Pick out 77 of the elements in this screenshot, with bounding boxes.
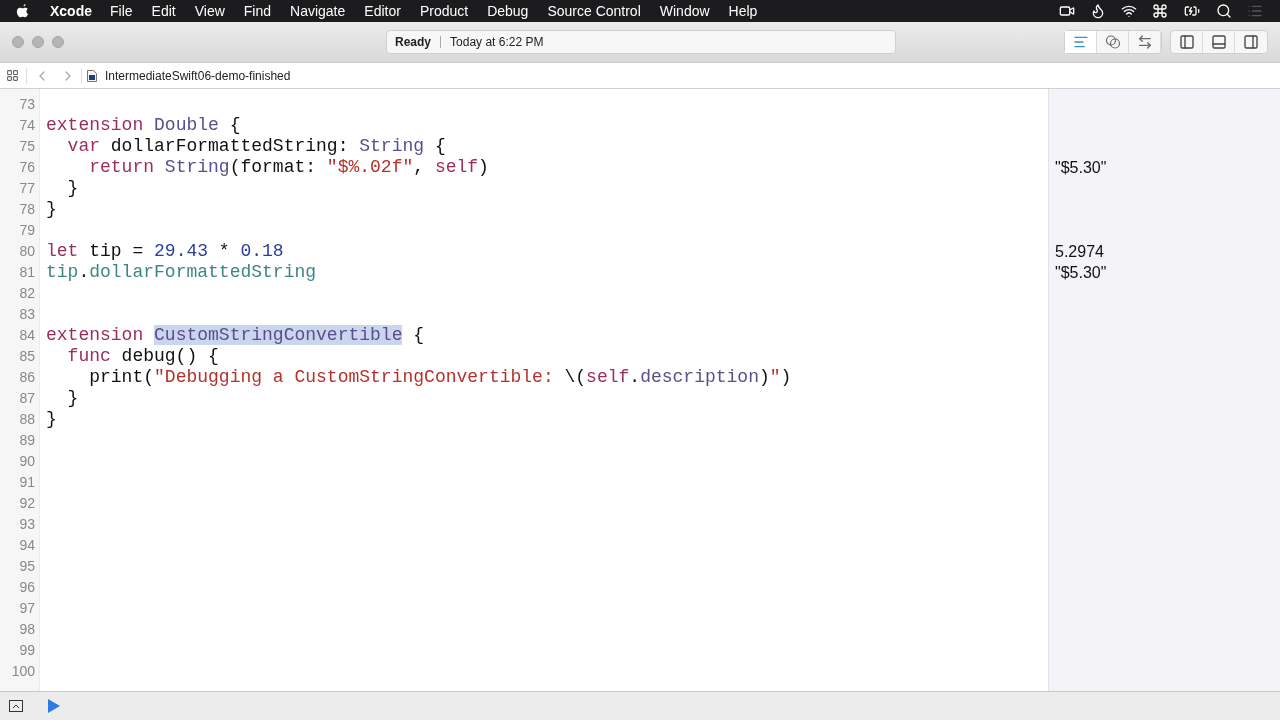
code-line: } [66,388,79,408]
line-number: 96 [19,579,35,595]
line-number: 79 [19,222,35,238]
line-number: 80 [19,243,35,259]
line-number: 88 [19,411,35,427]
apple-logo-icon[interactable] [16,3,30,19]
line-number: 89 [19,432,35,448]
line-number: 82 [19,285,35,301]
menu-item[interactable]: Find [243,0,272,22]
line-number: 77 [19,180,35,196]
line-number: 94 [19,537,35,553]
line-number: 93 [19,516,35,532]
editor-mode-button[interactable] [1065,31,1097,53]
line-number: 85 [19,348,35,364]
menu-item[interactable]: Editor [364,0,401,22]
code-line: } [46,409,57,429]
list-icon[interactable] [1246,3,1264,19]
line-number: 97 [19,600,35,616]
menu-item[interactable]: View [194,0,225,22]
line-number: 84 [19,327,35,343]
line-number: 87 [19,390,35,406]
result-value[interactable]: "$5.30" [1055,159,1107,176]
line-number: 99 [19,642,35,658]
menu-item[interactable]: Help [728,0,758,22]
line-number: 92 [19,495,35,511]
grid-icon[interactable] [6,69,19,82]
code-line: } [66,178,79,198]
result-value[interactable]: 5.2974 [1055,243,1104,260]
line-number: 86 [19,369,35,385]
left-panel-icon [1178,34,1195,50]
menu-item[interactable]: Window [659,0,710,22]
line-number: 75 [19,138,35,154]
wifi-icon[interactable] [1120,3,1138,19]
line-number: 90 [19,453,35,469]
status-text: Ready [395,34,432,51]
app-menu[interactable]: Xcode [50,0,92,22]
code-line: let tip = 29.43 * 0.18 [46,241,284,261]
line-number: 98 [19,621,35,637]
panel-toggle-icon[interactable] [9,700,23,712]
code-line: } [46,199,57,219]
menu-item[interactable]: Product [419,0,469,22]
line-number: 74 [19,117,35,133]
line-number: 95 [19,558,35,574]
result-value[interactable]: "$5.30" [1055,264,1107,281]
code-line: tip.dollarFormattedString [46,262,317,282]
line-number: 91 [19,474,35,490]
line-number: 83 [19,306,35,322]
arrows-icon [1136,34,1153,50]
menu-item[interactable]: Edit [151,0,176,22]
overlapping-circles-icon [1104,34,1121,50]
menu-item[interactable]: Debug [487,0,529,22]
menu-item[interactable]: Navigate [290,0,346,22]
play-icon[interactable] [48,699,60,713]
line-number: 100 [11,663,35,679]
menu-item[interactable]: Source Control [547,0,641,22]
line-number: 73 [19,96,35,112]
lines-icon [1072,34,1089,50]
file-icon [87,69,97,82]
bottom-panel-icon [1210,34,1227,50]
code-line: func debug() { [66,346,219,366]
right-panel-icon [1243,34,1259,50]
line-number: 76 [19,159,35,175]
timestamp-text: Today at 6:22 PM [450,34,544,51]
command-icon[interactable] [1152,3,1168,19]
code-line: extension CustomStringConvertible { [46,325,425,345]
file-name[interactable]: IntermediateSwift06-demo-finished [105,66,291,85]
code-line: print("Debugging a CustomStringConvertible: \(self.description)") [88,367,792,387]
code-line: var dollarFormattedString: String { [66,136,446,156]
line-number: 81 [19,264,35,280]
code-line: extension Double { [46,115,241,135]
camera-icon[interactable] [1058,3,1076,19]
menu-item[interactable]: File [110,0,133,22]
battery-icon[interactable] [1182,3,1202,19]
search-icon[interactable] [1216,3,1232,19]
flame-icon[interactable] [1090,3,1106,19]
code-line: return String(format: "$%.02f", self) [88,157,489,177]
line-number: 78 [19,201,35,217]
